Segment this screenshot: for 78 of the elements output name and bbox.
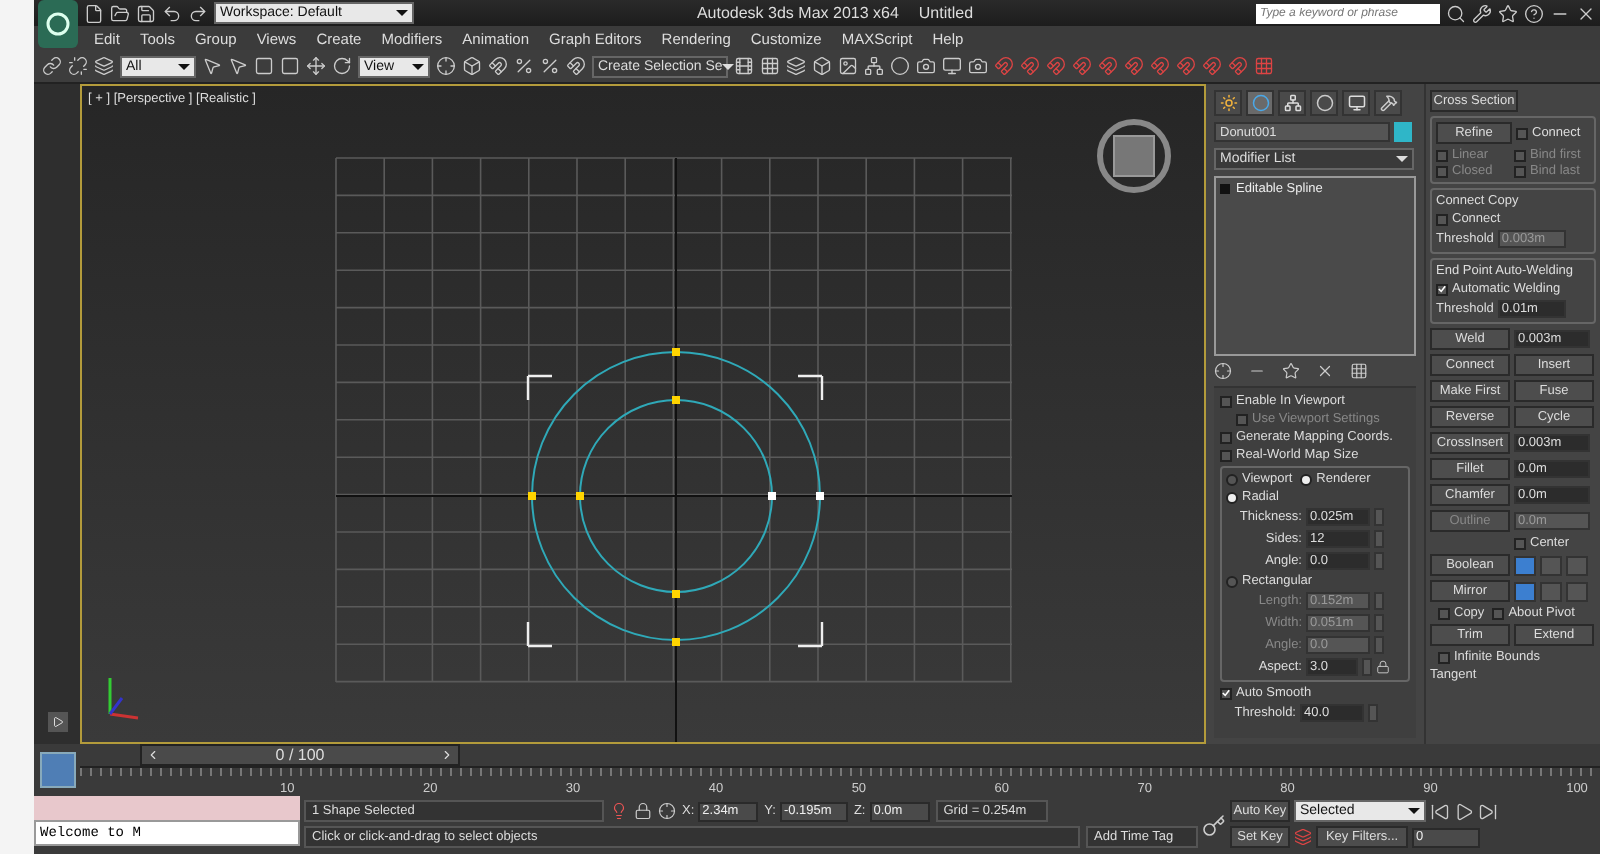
operation-icon[interactable] — [1514, 555, 1536, 575]
next-frame-icon[interactable] — [440, 748, 454, 762]
document-title: Untitled — [918, 4, 974, 22]
vertex-handle[interactable] — [672, 590, 680, 598]
vertex-handle[interactable] — [768, 492, 776, 500]
select-pointer-icon[interactable] — [228, 56, 248, 76]
operation-icon[interactable] — [1514, 581, 1536, 601]
panel-tab[interactable] — [1214, 90, 1242, 116]
render-icon[interactable] — [968, 56, 988, 76]
crosshair-icon — [658, 802, 676, 820]
key-icon — [1202, 813, 1226, 837]
checkbox[interactable] — [1220, 449, 1232, 461]
panel-tab[interactable] — [1246, 90, 1274, 116]
vertex-handle[interactable] — [816, 492, 824, 500]
lock-icon — [1376, 660, 1390, 674]
checkbox[interactable] — [1516, 127, 1528, 139]
checkbox[interactable] — [1514, 149, 1526, 161]
rectangle-select-icon[interactable] — [254, 56, 274, 76]
checkbox[interactable] — [1492, 607, 1505, 619]
radio-button[interactable] — [1226, 491, 1238, 503]
redo-icon[interactable] — [188, 3, 208, 23]
select-pointer-icon[interactable] — [202, 56, 222, 76]
vertex-handle[interactable] — [528, 492, 536, 500]
undo-icon[interactable] — [162, 3, 182, 23]
new-file-icon[interactable] — [84, 3, 104, 23]
view-cube[interactable] — [1097, 119, 1171, 193]
previous-frame-icon[interactable] — [146, 748, 160, 762]
checkbox[interactable] — [1220, 395, 1232, 407]
donut-inner-circle[interactable] — [579, 399, 773, 593]
axis-tripod-icon — [108, 678, 139, 720]
move-icon[interactable] — [306, 56, 326, 76]
panel-tab[interactable] — [1278, 90, 1306, 116]
rotate-icon[interactable] — [332, 56, 352, 76]
vertex-handle[interactable] — [576, 492, 584, 500]
go-to-end-icon[interactable] — [1478, 801, 1498, 821]
window-select-icon[interactable] — [280, 56, 300, 76]
checkbox[interactable] — [1514, 165, 1526, 177]
radio-button[interactable] — [1226, 575, 1238, 587]
checkbox[interactable] — [1236, 413, 1248, 425]
vertex-handle[interactable] — [672, 638, 680, 646]
star-icon[interactable] — [1498, 3, 1518, 23]
checkbox[interactable] — [1436, 283, 1448, 295]
link-icon[interactable] — [42, 56, 62, 76]
percent-snap-icon[interactable] — [540, 56, 560, 76]
checkbox[interactable] — [1436, 165, 1448, 177]
time-configuration-button[interactable] — [39, 752, 75, 788]
object-color-swatch[interactable] — [1394, 122, 1412, 142]
play-icon — [51, 716, 63, 728]
go-to-start-icon[interactable] — [1430, 801, 1450, 821]
open-folder-icon[interactable] — [110, 3, 130, 23]
vertex-handle[interactable] — [672, 348, 680, 356]
checkbox[interactable] — [1436, 149, 1448, 161]
checkbox[interactable] — [1514, 537, 1526, 549]
checkbox[interactable] — [1438, 651, 1450, 663]
snap-icon[interactable] — [488, 56, 508, 76]
panel-tab[interactable] — [1374, 90, 1402, 116]
checkbox[interactable] — [1220, 431, 1232, 443]
panel-tab[interactable] — [1342, 90, 1370, 116]
checkbox[interactable] — [1220, 687, 1232, 699]
window-title: Autodesk 3ds Max 2013 x64 — [696, 4, 899, 22]
play-icon[interactable] — [1454, 801, 1474, 821]
save-icon[interactable] — [136, 3, 156, 23]
vertex-handle[interactable] — [672, 396, 680, 404]
time-slider[interactable]: 0 / 100 — [140, 744, 460, 766]
wrench-icon[interactable] — [1472, 3, 1492, 23]
panel-tab[interactable] — [1310, 90, 1338, 116]
unlink-icon[interactable] — [68, 56, 88, 76]
help-icon[interactable] — [1524, 3, 1544, 23]
play-button[interactable] — [47, 712, 67, 732]
layers-icon[interactable] — [786, 56, 806, 76]
checkbox[interactable] — [1436, 213, 1448, 225]
app-logo[interactable] — [38, 0, 78, 48]
lock-icon — [634, 802, 652, 820]
radio-button[interactable] — [1300, 473, 1313, 485]
close-icon[interactable] — [1576, 3, 1596, 23]
grid-icon[interactable] — [1254, 56, 1274, 76]
checkbox[interactable] — [1438, 607, 1450, 619]
radio-button[interactable] — [1226, 473, 1238, 485]
